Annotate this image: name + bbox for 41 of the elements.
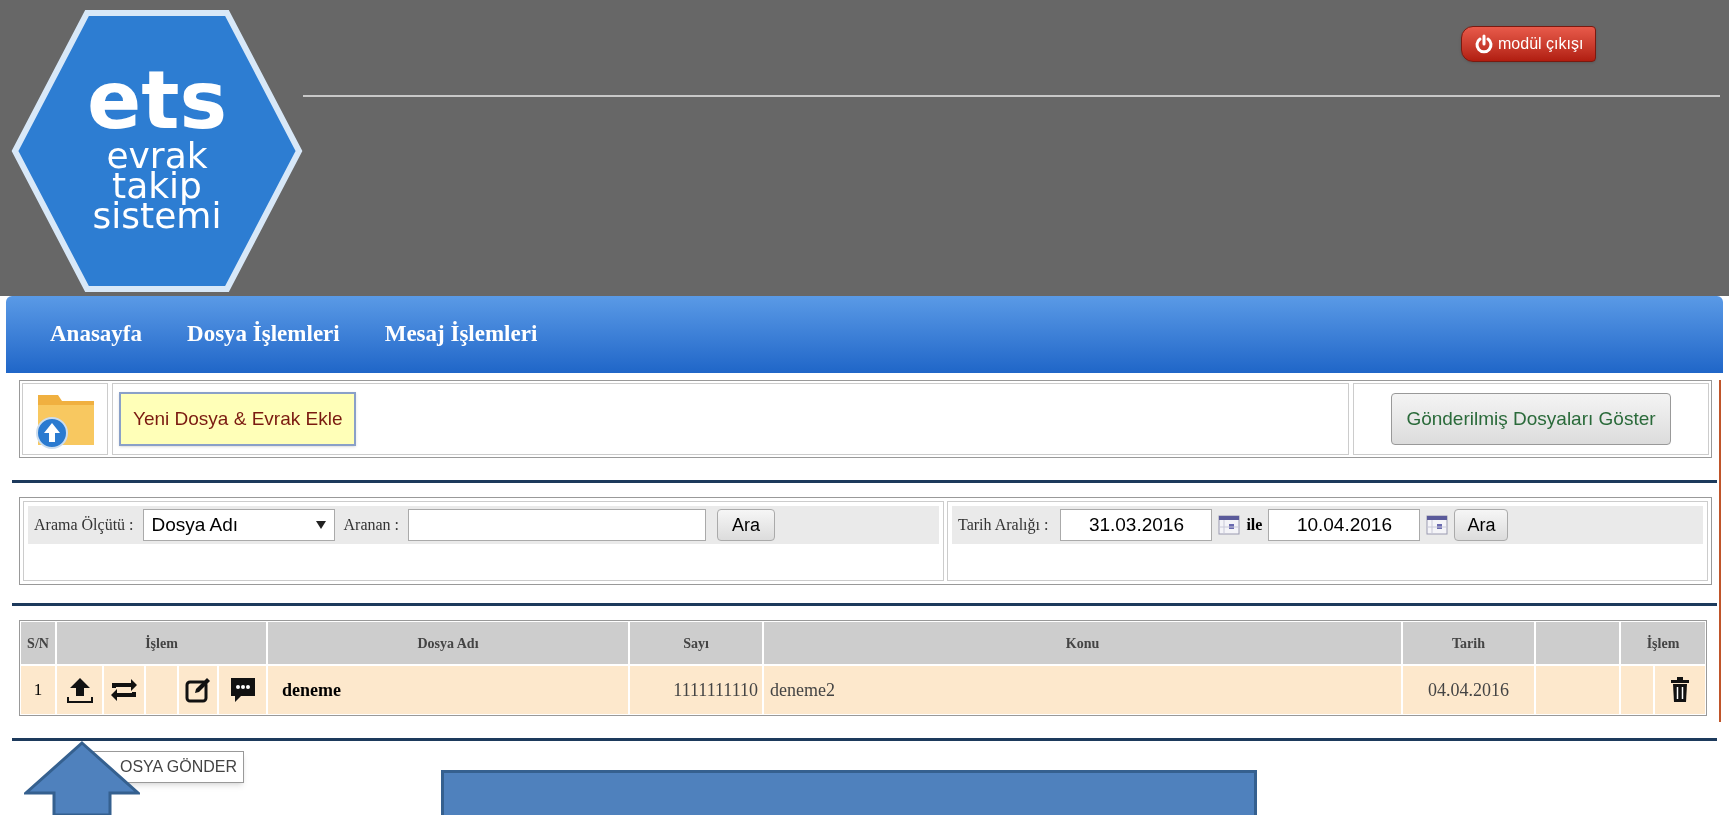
date-to-field[interactable]: 10.04.2016	[1268, 509, 1421, 541]
power-icon	[1474, 34, 1494, 54]
table-cell: 04.04.2016	[1403, 666, 1534, 714]
date-search-button[interactable]: Ara	[1454, 509, 1509, 541]
field-label: Tarih Aralığı :	[957, 515, 1050, 536]
edit-icon[interactable]	[185, 677, 211, 703]
range-separator: ile	[1246, 515, 1263, 535]
dropdown-caret-icon	[315, 521, 326, 529]
column-header: İşlem	[1621, 622, 1705, 664]
table-cell: 1111111110	[630, 666, 762, 714]
date-from-field[interactable]: 31.03.2016	[1060, 509, 1213, 541]
criteria-select[interactable]: Dosya Adı	[142, 509, 335, 541]
table-cell: 1	[21, 666, 55, 714]
table-cell: deneme	[268, 666, 628, 714]
column-header: Tarih	[1403, 622, 1534, 664]
table-cell	[1621, 666, 1653, 714]
calendar-icon[interactable]	[1218, 515, 1241, 535]
comment-icon[interactable]	[228, 676, 257, 704]
column-header: Konu	[764, 622, 1401, 664]
nav-link[interactable]: Anasayfa	[50, 317, 142, 352]
search-button[interactable]: Ara	[717, 509, 776, 541]
nav-link[interactable]: Mesaj İşlemleri	[384, 317, 538, 352]
column-header: İşlem	[57, 622, 266, 664]
column-header: Sayı	[630, 622, 762, 664]
field-label: Arama Ölçütü :	[33, 515, 135, 536]
column-header: Dosya Adı	[268, 622, 628, 664]
calendar-icon[interactable]	[1426, 515, 1449, 535]
field-label: Aranan :	[342, 515, 401, 535]
column-header: S/N	[21, 622, 55, 664]
nav-link[interactable]: Dosya İşlemleri	[187, 317, 340, 352]
search-input[interactable]	[408, 509, 707, 541]
table-cell: deneme2	[764, 666, 1401, 714]
logo-title: ets	[86, 61, 228, 141]
trash-icon[interactable]	[1670, 677, 1690, 703]
logo-subtitle: evrak	[106, 141, 208, 171]
add-file-button[interactable]: Yeni Dosya & Evrak Ekle	[119, 392, 357, 446]
exit-button[interactable]: modül çıkışı	[1461, 26, 1597, 62]
upload-icon[interactable]	[64, 675, 95, 705]
swap-arrows-icon[interactable]	[109, 677, 139, 703]
table-cell	[146, 666, 177, 714]
show-sent-button[interactable]: Gönderilmiş Dosyaları Göster	[1391, 393, 1671, 445]
